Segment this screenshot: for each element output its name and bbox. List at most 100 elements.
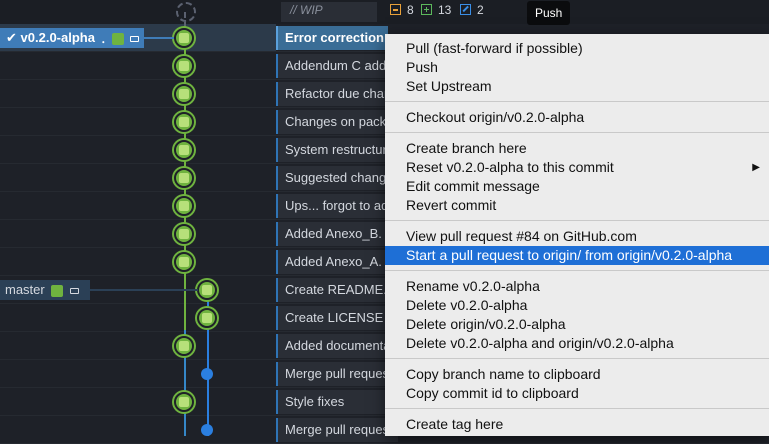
avatar-icon <box>179 61 189 71</box>
avatar-icon <box>179 89 189 99</box>
context-menu-item-label: Checkout origin/v0.2.0-alpha <box>406 109 585 125</box>
commit-avatar-node[interactable] <box>174 196 194 216</box>
commit-avatar-node[interactable] <box>174 224 194 244</box>
context-menu-item[interactable]: View pull request #84 on GitHub.com <box>385 227 769 246</box>
commit-avatar-node[interactable] <box>174 140 194 160</box>
context-menu-item-label: Create tag here <box>406 416 504 432</box>
context-menu-item-label: Edit commit message <box>406 178 540 194</box>
avatar-icon <box>179 201 189 211</box>
file-renamed-icon <box>460 4 471 15</box>
context-menu-item-label: Delete v0.2.0-alpha <box>406 297 528 313</box>
context-menu-item[interactable]: Create branch here <box>385 139 769 158</box>
context-menu-item[interactable]: Delete v0.2.0-alpha and origin/v0.2.0-al… <box>385 334 769 353</box>
context-menu-item[interactable]: Start a pull request to origin/ from ori… <box>385 246 769 265</box>
avatar-icon <box>179 257 189 267</box>
menu-separator <box>385 132 769 133</box>
context-menu-item-label: Rename v0.2.0-alpha <box>406 278 540 294</box>
local-computer-icon <box>130 35 140 42</box>
push-tooltip: Push <box>527 1 571 25</box>
context-menu-item[interactable]: Reset v0.2.0-alpha to this commit ▶ <box>385 158 769 177</box>
git-graph-view: // WIP 8 13 2 Push Error correction on d… <box>0 0 769 444</box>
menu-separator <box>385 270 769 271</box>
context-menu-item-label: Copy commit id to clipboard <box>406 385 579 401</box>
commit-avatar-node[interactable] <box>174 84 194 104</box>
context-menu-item[interactable]: Revert commit <box>385 196 769 215</box>
branch-name-master: master <box>5 282 45 297</box>
avatar-icon <box>51 284 64 297</box>
merge-node[interactable] <box>201 424 213 436</box>
context-menu-item[interactable]: Copy branch name to clipboard <box>385 365 769 384</box>
renamed-count: 2 <box>477 3 484 17</box>
added-count: 13 <box>438 3 452 17</box>
context-menu-item-label: Start a pull request to origin/ from ori… <box>406 247 733 263</box>
commit-message: Suggested changes <box>285 170 385 185</box>
avatar-icon <box>202 313 212 323</box>
branch-line-master <box>207 280 209 436</box>
toolbar-row: // WIP 8 13 2 Push <box>0 0 769 25</box>
file-added-icon <box>421 4 432 15</box>
modified-count: 8 <box>407 3 414 17</box>
commit-message: Added Anexo_B. # <box>285 226 385 241</box>
commit-message: Merge pull request <box>285 422 385 437</box>
context-menu-item[interactable]: Delete origin/v0.2.0-alpha <box>385 315 769 334</box>
file-modified-icon <box>390 4 401 15</box>
merge-node[interactable] <box>201 368 213 380</box>
context-menu-item-label: Delete origin/v0.2.0-alpha <box>406 316 566 332</box>
context-menu-item[interactable]: Rename v0.2.0-alpha <box>385 277 769 296</box>
avatar-icon <box>179 33 189 43</box>
commit-message: Addendum C added <box>285 58 385 73</box>
context-menu-item-label: Copy branch name to clipboard <box>406 366 601 382</box>
context-menu-item-label: Delete v0.2.0-alpha and origin/v0.2.0-al… <box>406 335 674 351</box>
submenu-arrow-icon: ▶ <box>752 162 760 173</box>
context-menu-item-label: Revert commit <box>406 197 497 213</box>
commit-avatar-node[interactable] <box>174 252 194 272</box>
commit-avatar-node[interactable] <box>197 308 217 328</box>
commit-avatar-node[interactable] <box>197 280 217 300</box>
context-menu-item[interactable]: Edit commit message <box>385 177 769 196</box>
local-computer-icon <box>69 287 79 294</box>
checkmark-icon: ✔ <box>6 30 17 45</box>
commit-avatar-node[interactable] <box>174 56 194 76</box>
avatar-icon <box>179 173 189 183</box>
wip-node-icon[interactable] <box>176 2 196 22</box>
commit-message: Added Anexo_A. # <box>285 254 385 269</box>
context-menu: Pull (fast-forward if possible) Push Set U… <box>385 34 769 436</box>
menu-separator <box>385 101 769 102</box>
menu-separator <box>385 220 769 221</box>
context-menu-item-label: Push <box>406 59 438 75</box>
branch-label-master[interactable]: master <box>0 280 90 300</box>
commit-avatar-node[interactable] <box>174 28 194 48</box>
commit-avatar-node[interactable] <box>174 392 194 412</box>
menu-separator <box>385 358 769 359</box>
branch-label-connector <box>90 289 198 291</box>
context-menu-item[interactable]: Pull (fast-forward if possible) <box>385 39 769 58</box>
avatar-icon <box>179 117 189 127</box>
context-menu-item-label: View pull request #84 on GitHub.com <box>406 228 637 244</box>
commit-avatar-node[interactable] <box>174 336 194 356</box>
context-menu-item[interactable]: Push <box>385 58 769 77</box>
commit-message: Merge pull request <box>285 366 385 381</box>
commit-message: Refactor due changes <box>285 86 385 101</box>
branch-label-connector <box>144 37 174 39</box>
avatar-icon <box>202 285 212 295</box>
commit-message: Changes on packages <box>285 114 385 129</box>
context-menu-item[interactable]: Set Upstream <box>385 77 769 96</box>
avatar-icon <box>179 145 189 155</box>
commit-avatar-node[interactable] <box>174 168 194 188</box>
pushed-icon: ꞏ <box>101 36 105 49</box>
commit-message: Create LICENSE <box>285 310 384 325</box>
context-menu-item[interactable]: Create tag here <box>385 415 769 434</box>
branch-label-active[interactable]: ✔ v0.2.0-alpha ꞏ <box>0 28 144 49</box>
context-menu-item-label: Set Upstream <box>406 78 492 94</box>
context-menu-item[interactable]: Checkout origin/v0.2.0-alpha <box>385 108 769 127</box>
context-menu-item[interactable]: Copy commit id to clipboard <box>385 384 769 403</box>
context-menu-item-label: Create branch here <box>406 140 527 156</box>
avatar-icon <box>179 341 189 351</box>
context-menu-item[interactable]: Delete v0.2.0-alpha <box>385 296 769 315</box>
avatar-icon <box>179 229 189 239</box>
commit-message: Style fixes <box>285 394 345 409</box>
avatar-icon <box>111 32 124 45</box>
commit-avatar-node[interactable] <box>174 112 194 132</box>
avatar-icon <box>179 397 189 407</box>
commit-message: Added documentation <box>285 338 385 353</box>
